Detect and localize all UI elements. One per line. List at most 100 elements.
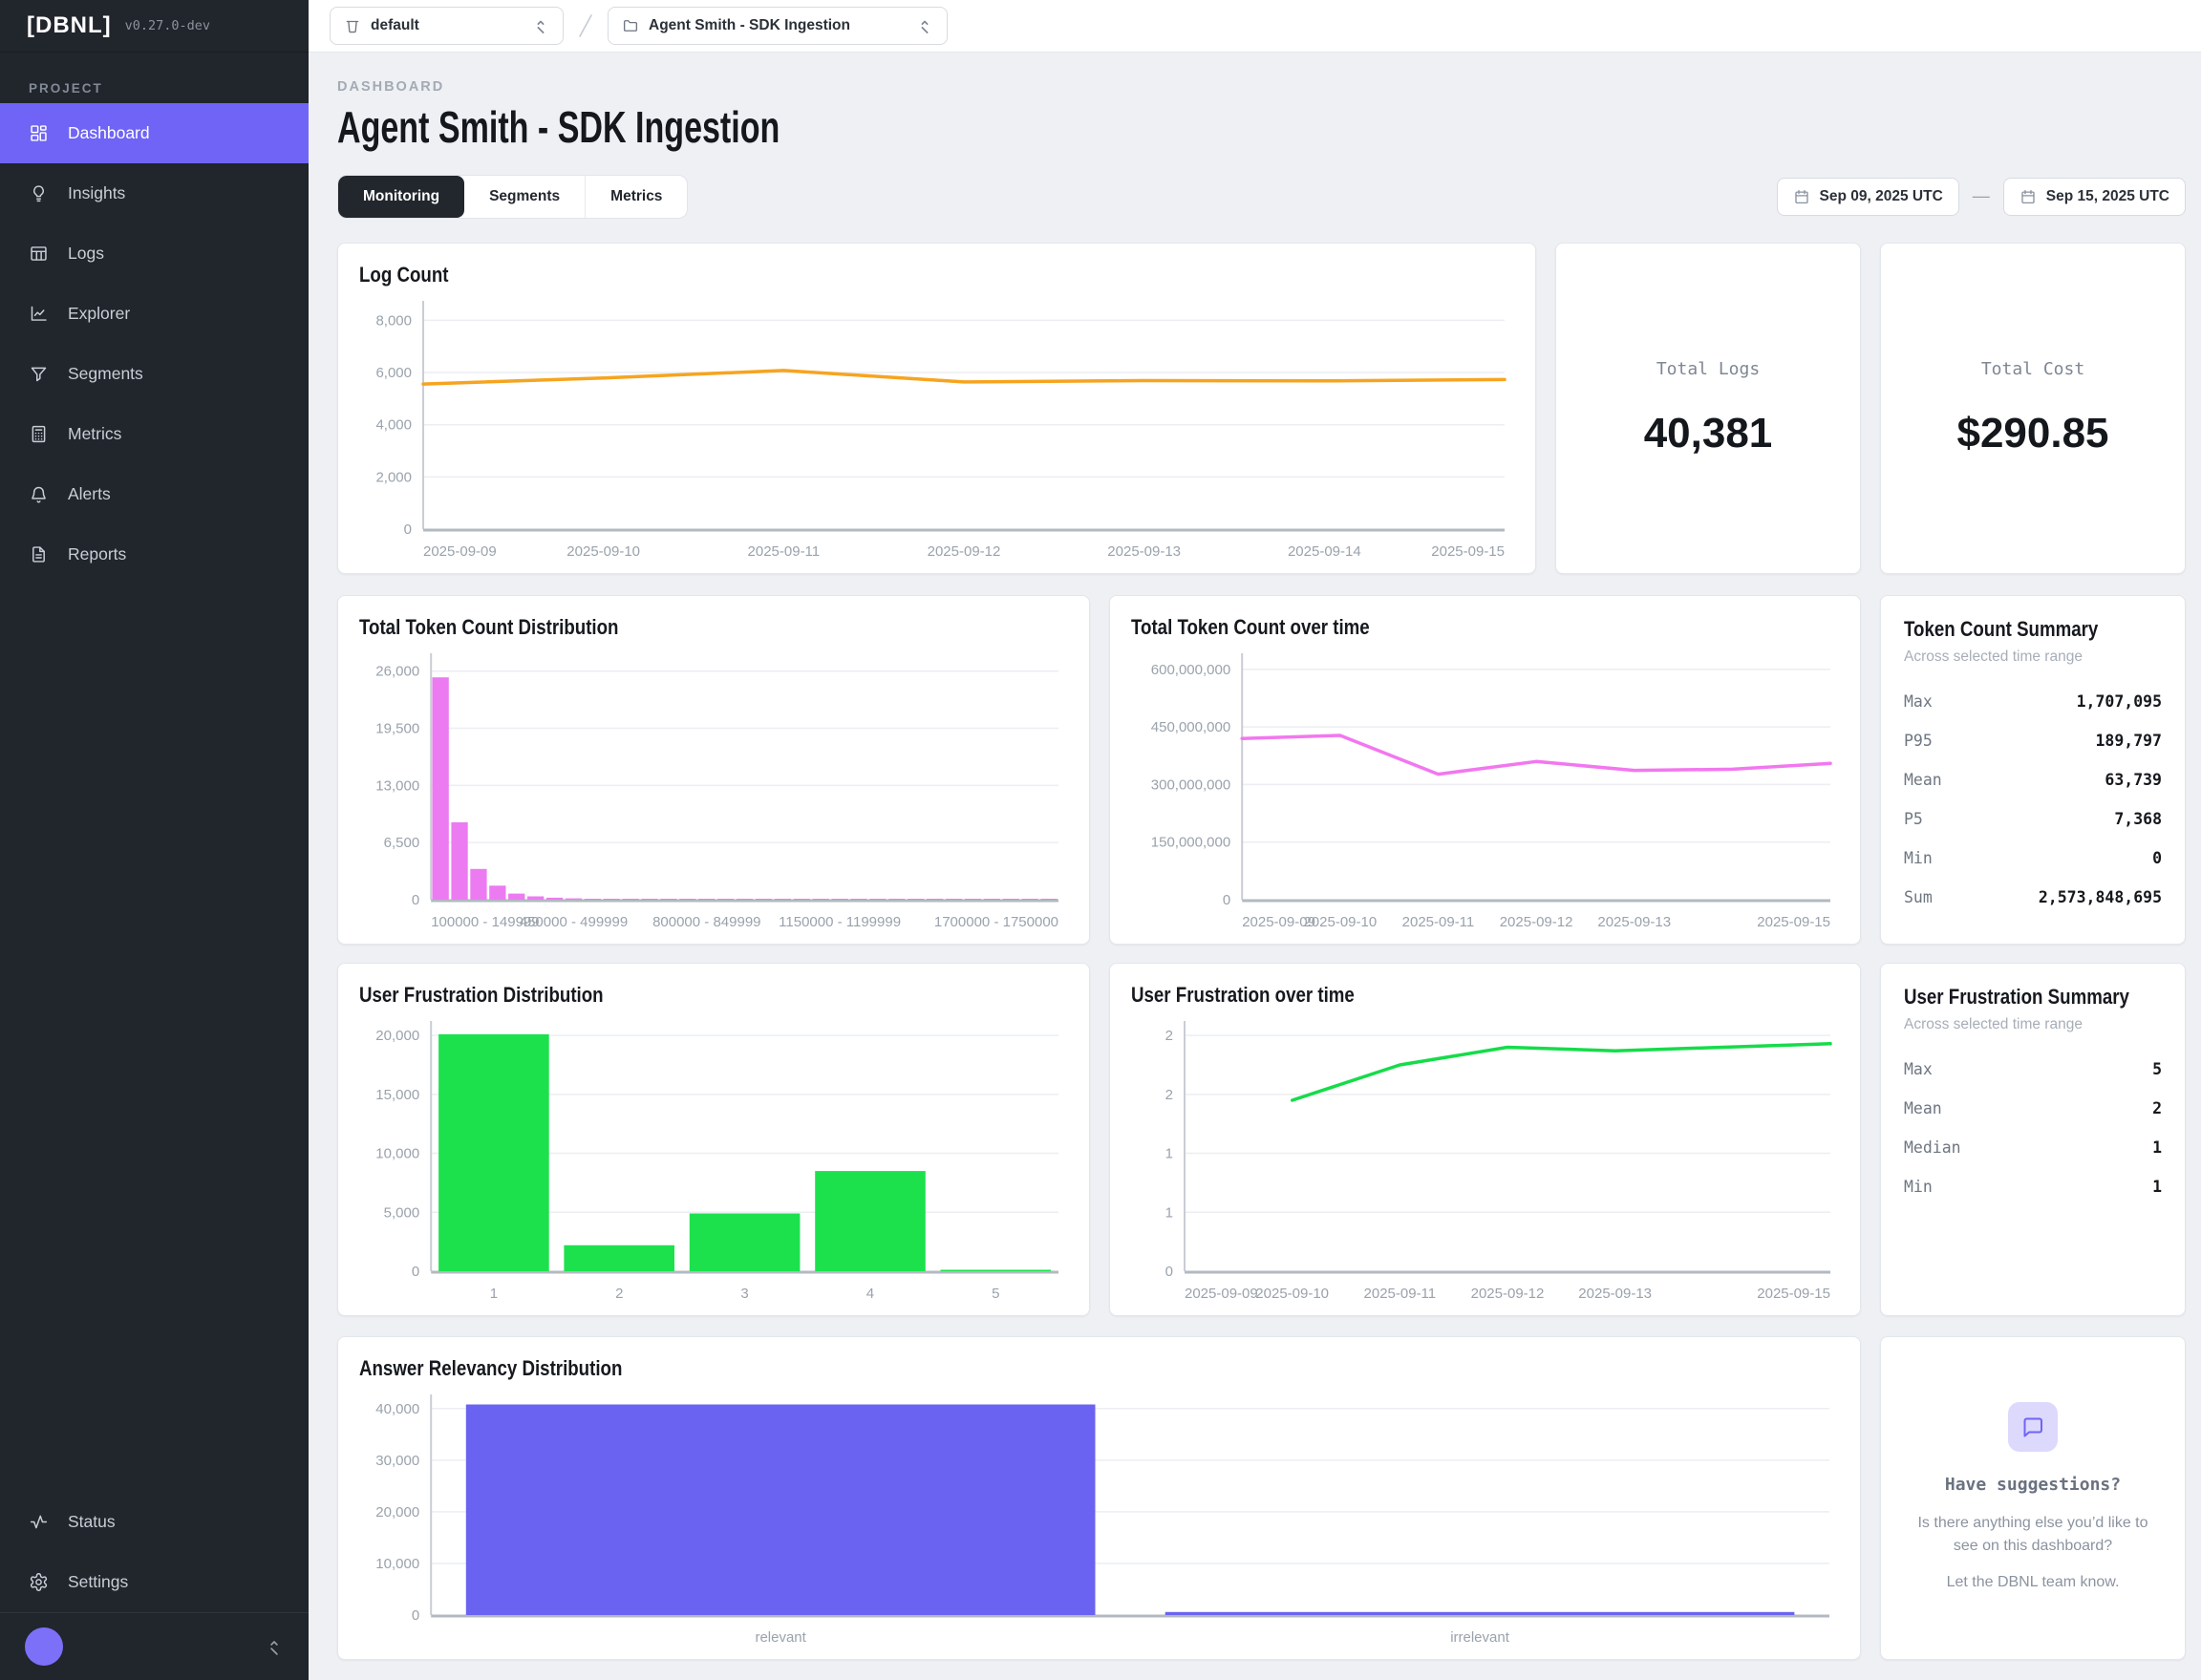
svg-text:8,000: 8,000 xyxy=(375,312,412,329)
namespace-select[interactable]: default xyxy=(330,7,564,45)
tab-segments[interactable]: Segments xyxy=(464,176,586,218)
svg-text:19,500: 19,500 xyxy=(375,720,419,736)
sidebar-item-label: Logs xyxy=(68,244,104,264)
sidebar-item-label: Explorer xyxy=(68,304,130,324)
token-distribution-chart[interactable]: 06,50013,00019,50026,000100000 - 1499994… xyxy=(359,644,1068,934)
topbar: default Agent Smith - SDK Ingestion xyxy=(309,0,2201,53)
sidebar-item-label: Dashboard xyxy=(68,123,150,143)
bucket-icon xyxy=(344,17,361,34)
svg-text:3: 3 xyxy=(740,1286,748,1302)
summary-row: Sum2,573,848,695 xyxy=(1904,888,2162,906)
summary-row-value: 2 xyxy=(2152,1099,2162,1117)
summary-row: Min0 xyxy=(1904,849,2162,867)
sidebar-item-metrics[interactable]: Metrics xyxy=(0,404,309,464)
log-count-chart[interactable]: 02,0004,0006,0008,0002025-09-092025-09-1… xyxy=(359,291,1514,564)
summary-row-value: 63,739 xyxy=(2105,771,2162,789)
summary-row-label: Sum xyxy=(1904,888,1933,906)
svg-text:0: 0 xyxy=(404,521,412,538)
token-over-time-card: Total Token Count over time 0150,000,000… xyxy=(1109,595,1862,945)
sidebar-item-status[interactable]: Status xyxy=(0,1492,309,1552)
svg-text:0: 0 xyxy=(412,1607,419,1624)
sidebar-item-label: Settings xyxy=(68,1572,128,1592)
tab-monitoring[interactable]: Monitoring xyxy=(338,176,464,218)
summary-rows: Max5Mean2Median1Min1 xyxy=(1904,1060,2162,1196)
summary-row: Mean 2 xyxy=(1904,1099,2162,1117)
breadcrumb: DASHBOARD xyxy=(337,79,2186,95)
total-logs-card: Total Logs 40,381 xyxy=(1555,243,1861,574)
view-tabs: MonitoringSegmentsMetrics xyxy=(337,175,688,219)
svg-text:2: 2 xyxy=(1165,1028,1172,1044)
svg-text:1: 1 xyxy=(1165,1145,1172,1161)
stat-label: Total Cost xyxy=(1981,359,2084,379)
controls-row: MonitoringSegmentsMetrics Sep 09, 2025 U… xyxy=(337,175,2186,219)
frustration-distribution-chart[interactable]: 05,00010,00015,00020,00012345 xyxy=(359,1011,1068,1306)
sidebar-item-label: Insights xyxy=(68,183,125,203)
dashboard-content: DASHBOARD Agent Smith - SDK Ingestion Mo… xyxy=(309,53,2201,1680)
date-range: Sep 09, 2025 UTC — Sep 15, 2025 UTC xyxy=(1777,178,2186,216)
folder-icon xyxy=(622,17,639,34)
sidebar-item-settings[interactable]: Settings xyxy=(0,1552,309,1612)
svg-text:6,000: 6,000 xyxy=(375,365,412,381)
relevancy-distribution-card: Answer Relevancy Distribution 010,00020,… xyxy=(337,1336,1861,1660)
svg-text:2025-09-15: 2025-09-15 xyxy=(1757,914,1830,930)
token-distribution-card: Total Token Count Distribution 06,50013,… xyxy=(337,595,1090,945)
sidebar-item-logs[interactable]: Logs xyxy=(0,223,309,284)
frustration-over-time-chart[interactable]: 011222025-09-092025-09-102025-09-112025-… xyxy=(1131,1011,1840,1306)
svg-text:2025-09-10: 2025-09-10 xyxy=(566,543,640,560)
svg-text:2: 2 xyxy=(1165,1086,1172,1102)
logo-row: [DBNL] v0.27.0-dev xyxy=(0,0,309,53)
avatar[interactable] xyxy=(25,1627,63,1666)
summary-row-label: Mean xyxy=(1904,1099,1942,1117)
sidebar-item-dashboard[interactable]: Dashboard xyxy=(0,103,309,163)
stat-label: Total Logs xyxy=(1656,359,1760,379)
log-count-card: Log Count 02,0004,0006,0008,0002025-09-0… xyxy=(337,243,1536,574)
svg-text:450000 - 499999: 450000 - 499999 xyxy=(520,914,628,930)
svg-text:irrelevant: irrelevant xyxy=(1450,1629,1510,1646)
chart-title: Log Count xyxy=(359,263,1341,287)
summary-row-value: 1 xyxy=(2152,1178,2162,1196)
sidebar-item-insights[interactable]: Insights xyxy=(0,163,309,223)
svg-text:1150000 - 1199999: 1150000 - 1199999 xyxy=(779,914,901,930)
sidebar-item-segments[interactable]: Segments xyxy=(0,344,309,404)
svg-text:2,000: 2,000 xyxy=(375,469,412,485)
project-select[interactable]: Agent Smith - SDK Ingestion xyxy=(608,7,948,45)
frustration-summary-card: User Frustration Summary Across selected… xyxy=(1880,963,2186,1316)
row-log-count: Log Count 02,0004,0006,0008,0002025-09-0… xyxy=(337,243,2186,574)
start-date-picker[interactable]: Sep 09, 2025 UTC xyxy=(1777,178,1959,216)
svg-text:10,000: 10,000 xyxy=(375,1556,419,1572)
svg-text:5,000: 5,000 xyxy=(384,1204,420,1221)
svg-text:relevant: relevant xyxy=(755,1629,806,1646)
svg-text:2025-09-09: 2025-09-09 xyxy=(1185,1286,1258,1302)
sidebar-item-alerts[interactable]: Alerts xyxy=(0,464,309,524)
svg-text:2025-09-11: 2025-09-11 xyxy=(1363,1286,1436,1302)
svg-text:2: 2 xyxy=(615,1286,623,1302)
frustration-distribution-card: User Frustration Distribution 05,00010,0… xyxy=(337,963,1090,1316)
sidebar-item-explorer[interactable]: Explorer xyxy=(0,284,309,344)
sidebar-item-label: Status xyxy=(68,1512,116,1532)
svg-text:1: 1 xyxy=(490,1286,498,1302)
svg-text:2025-09-10: 2025-09-10 xyxy=(1303,914,1377,930)
summary-row-label: Max xyxy=(1904,692,1933,711)
end-date-picker[interactable]: Sep 15, 2025 UTC xyxy=(2003,178,2186,216)
svg-text:2025-09-10: 2025-09-10 xyxy=(1255,1286,1329,1302)
frustration-over-time-card: User Frustration over time 011222025-09-… xyxy=(1109,963,1862,1316)
summary-row-label: Median xyxy=(1904,1138,1961,1157)
summary-subtitle: Across selected time range xyxy=(1904,1016,2162,1033)
breadcrumb-slash-divider xyxy=(573,11,598,41)
relevancy-distribution-chart[interactable]: 010,00020,00030,00040,000relevantirrelev… xyxy=(359,1385,1839,1649)
svg-text:0: 0 xyxy=(1165,1264,1172,1280)
svg-text:0: 0 xyxy=(1222,892,1229,908)
sidebar-footer: Status Settings xyxy=(0,1492,309,1680)
summary-row: P57,368 xyxy=(1904,810,2162,828)
token-over-time-chart[interactable]: 0150,000,000300,000,000450,000,000600,00… xyxy=(1131,644,1840,934)
user-menu[interactable] xyxy=(0,1612,309,1680)
row-user-frustration: User Frustration Distribution 05,00010,0… xyxy=(337,963,2186,1316)
sidebar-item-reports[interactable]: Reports xyxy=(0,524,309,585)
svg-text:600,000,000: 600,000,000 xyxy=(1150,661,1229,677)
suggestion-line1: Is there anything else you’d like to see… xyxy=(1910,1512,2156,1558)
sidebar-item-label: Segments xyxy=(68,364,143,384)
start-date-value: Sep 09, 2025 UTC xyxy=(1820,188,1943,205)
tab-metrics[interactable]: Metrics xyxy=(586,176,687,218)
svg-text:2025-09-12: 2025-09-12 xyxy=(1499,914,1572,930)
table-icon xyxy=(29,244,49,264)
